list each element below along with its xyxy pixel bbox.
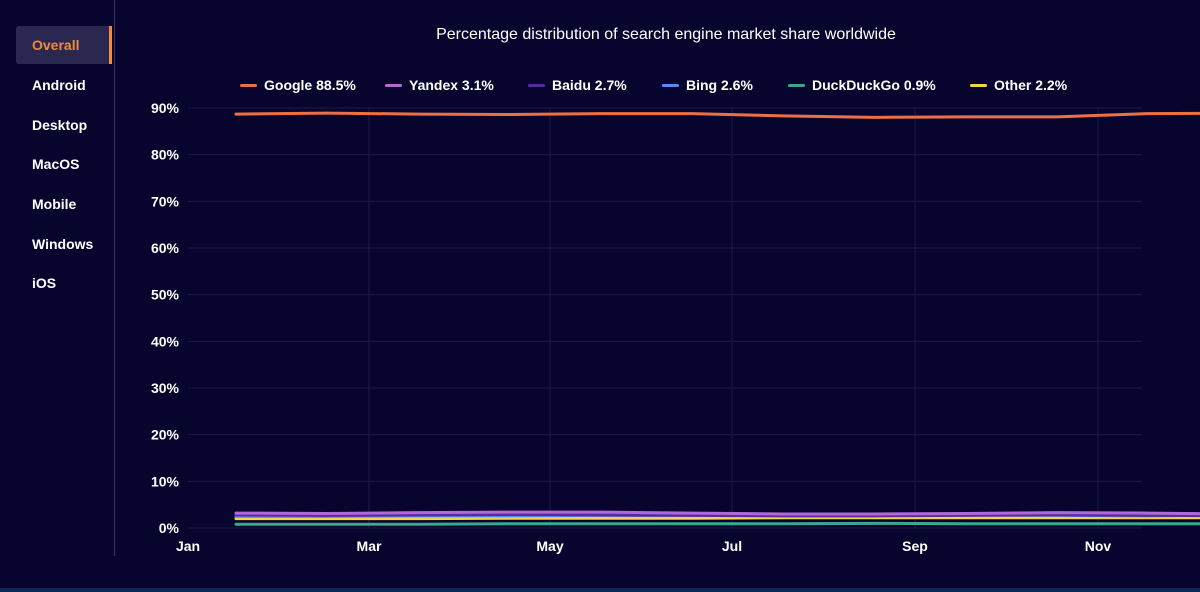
y-tick-label: 10% xyxy=(151,473,180,489)
line-chart: 0% 10% 20% 30% 40% 50% 60% 70% 80% 90% Jan Mar May Ju… xyxy=(151,100,1200,554)
y-tick-label: 0% xyxy=(159,520,180,536)
x-tick-label: Sep xyxy=(902,538,928,554)
bottom-divider xyxy=(0,588,1200,592)
series-line-google xyxy=(234,111,1200,119)
y-tick-label: 50% xyxy=(151,287,180,303)
y-tick-label: 40% xyxy=(151,333,180,349)
y-tick-label: 30% xyxy=(151,380,180,396)
x-tick-label: Nov xyxy=(1085,538,1112,554)
y-tick-label: 80% xyxy=(151,147,180,163)
y-tick-label: 20% xyxy=(151,427,180,443)
series-line-yandex xyxy=(234,510,1200,516)
y-tick-label: 90% xyxy=(151,100,180,116)
y-tick-label: 70% xyxy=(151,193,180,209)
series-line-duckduckgo xyxy=(234,521,1200,526)
x-tick-label: May xyxy=(536,538,563,554)
x-tick-label: Jan xyxy=(176,538,200,554)
y-tick-label: 60% xyxy=(151,240,180,256)
x-tick-label: Jul xyxy=(722,538,742,554)
x-tick-label: Mar xyxy=(357,538,382,554)
series-line-other xyxy=(234,516,1200,521)
